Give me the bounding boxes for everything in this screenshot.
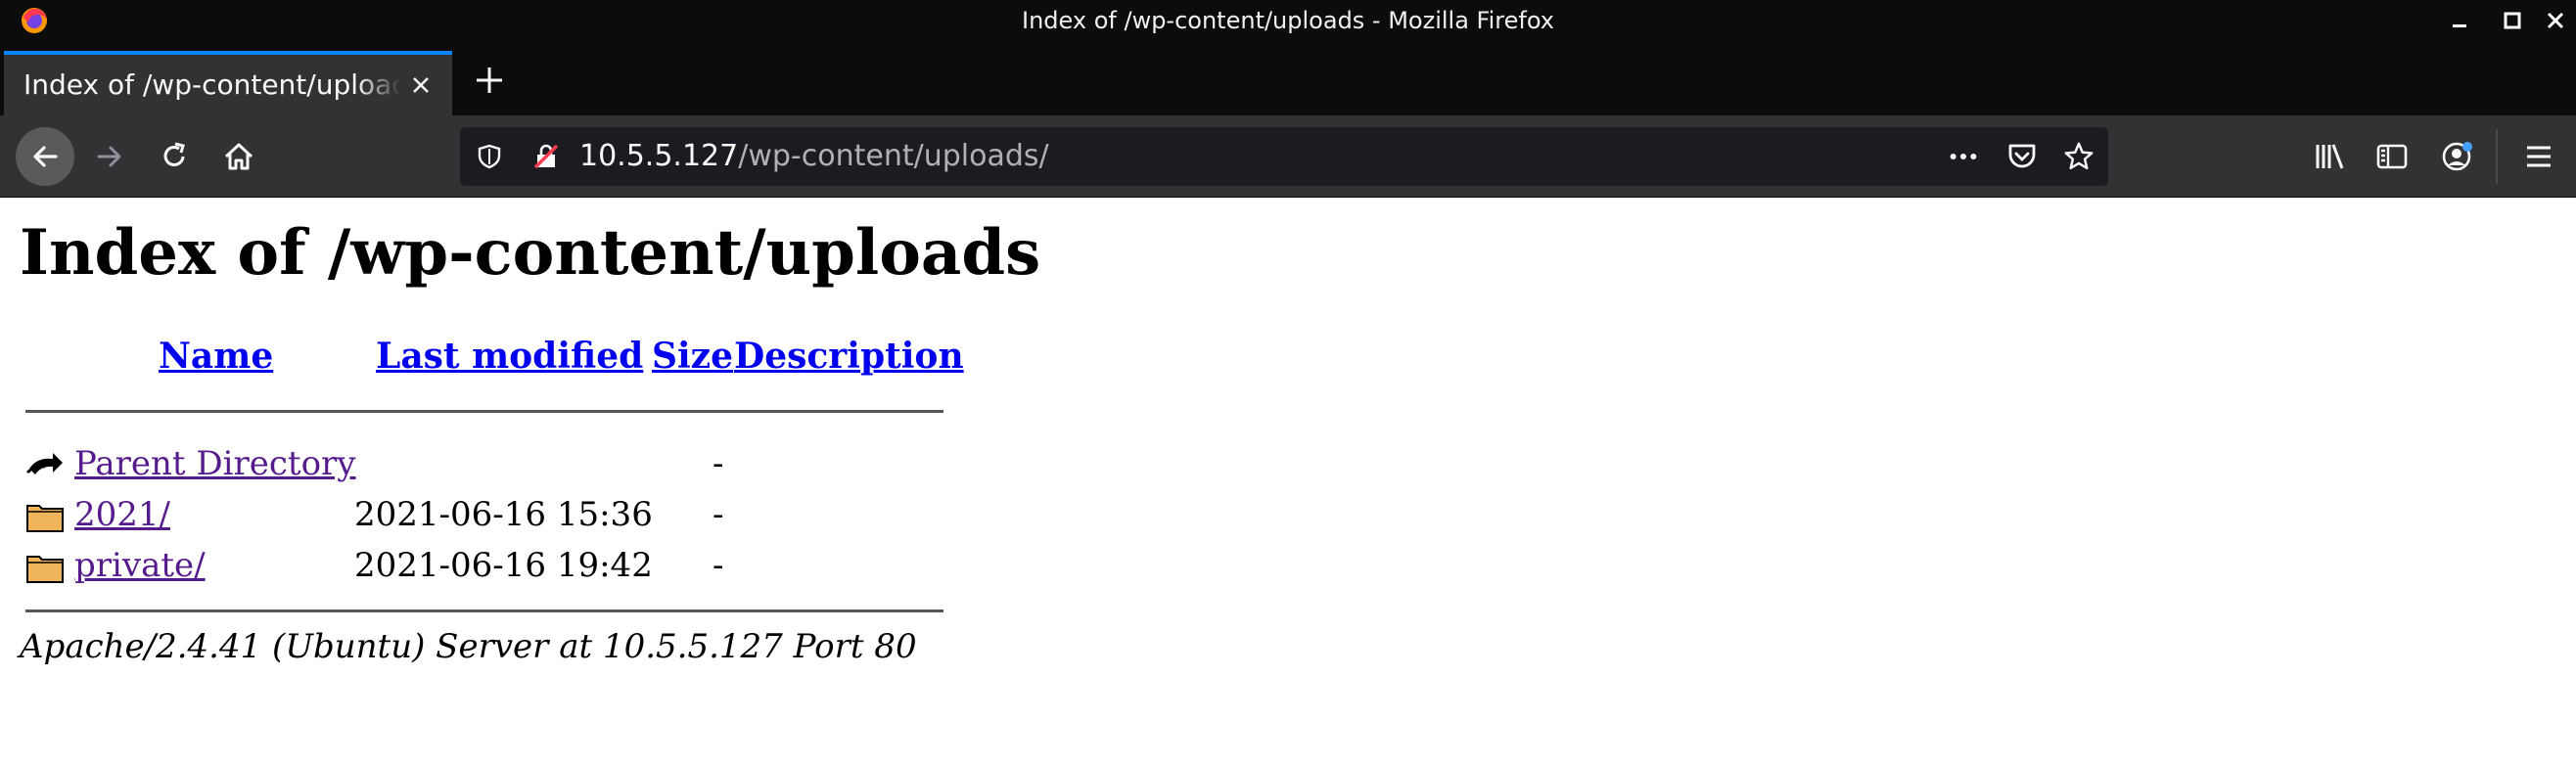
close-icon[interactable] <box>2537 0 2574 41</box>
new-tab-plus-icon[interactable] <box>468 59 511 102</box>
entry-name-link[interactable]: private/ <box>74 541 206 590</box>
column-header-name[interactable]: Name <box>159 336 273 377</box>
entry-modified: 2021-06-16 19:42 <box>354 546 653 585</box>
tab-active[interactable]: Index of /wp-content/uploads <box>4 51 452 115</box>
url-path: /wp-content/uploads/ <box>738 139 1049 173</box>
bookmark-star-icon[interactable] <box>2063 141 2094 172</box>
url-bar[interactable]: 10.5.5.127/wp-content/uploads/ <box>460 127 2108 186</box>
tracking-shield-icon[interactable] <box>474 141 505 172</box>
tab-title: Index of /wp-content/uploads <box>23 68 401 101</box>
table-row: 2021/ 2021-06-16 15:36 - <box>25 490 943 539</box>
sidebar-icon[interactable] <box>2365 129 2419 184</box>
column-header-size[interactable]: Size <box>652 336 733 377</box>
table-row: private/ 2021-06-16 19:42 - <box>25 541 943 590</box>
maximize-icon[interactable] <box>2494 0 2531 41</box>
divider-top <box>25 410 943 413</box>
back-icon[interactable] <box>16 127 74 186</box>
entry-name-link[interactable]: Parent Directory <box>74 439 356 488</box>
folder-icon <box>26 505 64 532</box>
library-icon[interactable] <box>2302 129 2357 184</box>
page-actions-icon[interactable] <box>1948 141 1979 172</box>
pocket-icon[interactable] <box>2006 141 2038 172</box>
divider-bottom <box>25 609 943 612</box>
page-content: Index of /wp-content/uploads Name Last m… <box>0 199 2576 767</box>
folder-icon <box>26 556 64 583</box>
account-icon[interactable] <box>2429 129 2484 184</box>
entry-name-link[interactable]: 2021/ <box>74 490 170 539</box>
window-titlebar: Index of /wp-content/uploads - Mozilla F… <box>0 0 2576 41</box>
forward-icon[interactable] <box>82 129 137 184</box>
table-row: Parent Directory - <box>25 439 943 488</box>
entry-size: - <box>713 546 724 585</box>
server-signature: Apache/2.4.41 (Ubuntu) Server at 10.5.5.… <box>20 627 917 666</box>
entry-size: - <box>713 444 724 483</box>
entry-modified: 2021-06-16 15:36 <box>354 495 653 534</box>
reload-icon[interactable] <box>147 129 202 184</box>
navigation-toolbar: 10.5.5.127/wp-content/uploads/ <box>0 115 2576 198</box>
toolbar-separator <box>2496 129 2498 184</box>
url-host: 10.5.5.127 <box>579 139 739 173</box>
home-icon[interactable] <box>211 129 266 184</box>
minimize-icon[interactable] <box>2441 0 2478 41</box>
menu-icon[interactable] <box>2511 129 2566 184</box>
sort-by-last-modified-link[interactable]: Last modified <box>376 336 643 377</box>
sort-by-size-link[interactable]: Size <box>652 336 733 377</box>
column-header-last-modified[interactable]: Last modified <box>376 336 643 377</box>
window-title: Index of /wp-content/uploads - Mozilla F… <box>1022 7 1554 34</box>
page-heading: Index of /wp-content/uploads <box>20 216 1041 290</box>
parent-directory-icon <box>25 453 63 474</box>
insecure-lock-icon[interactable] <box>530 141 562 172</box>
url-text[interactable]: 10.5.5.127/wp-content/uploads/ <box>579 129 1049 184</box>
entry-size: - <box>713 495 724 534</box>
sort-by-name-link[interactable]: Name <box>159 336 273 377</box>
tab-close-icon[interactable] <box>403 68 438 103</box>
column-header-description[interactable]: Description <box>734 336 964 377</box>
sort-by-description-link[interactable]: Description <box>734 336 964 377</box>
tab-strip: Index of /wp-content/uploads <box>0 41 2576 115</box>
